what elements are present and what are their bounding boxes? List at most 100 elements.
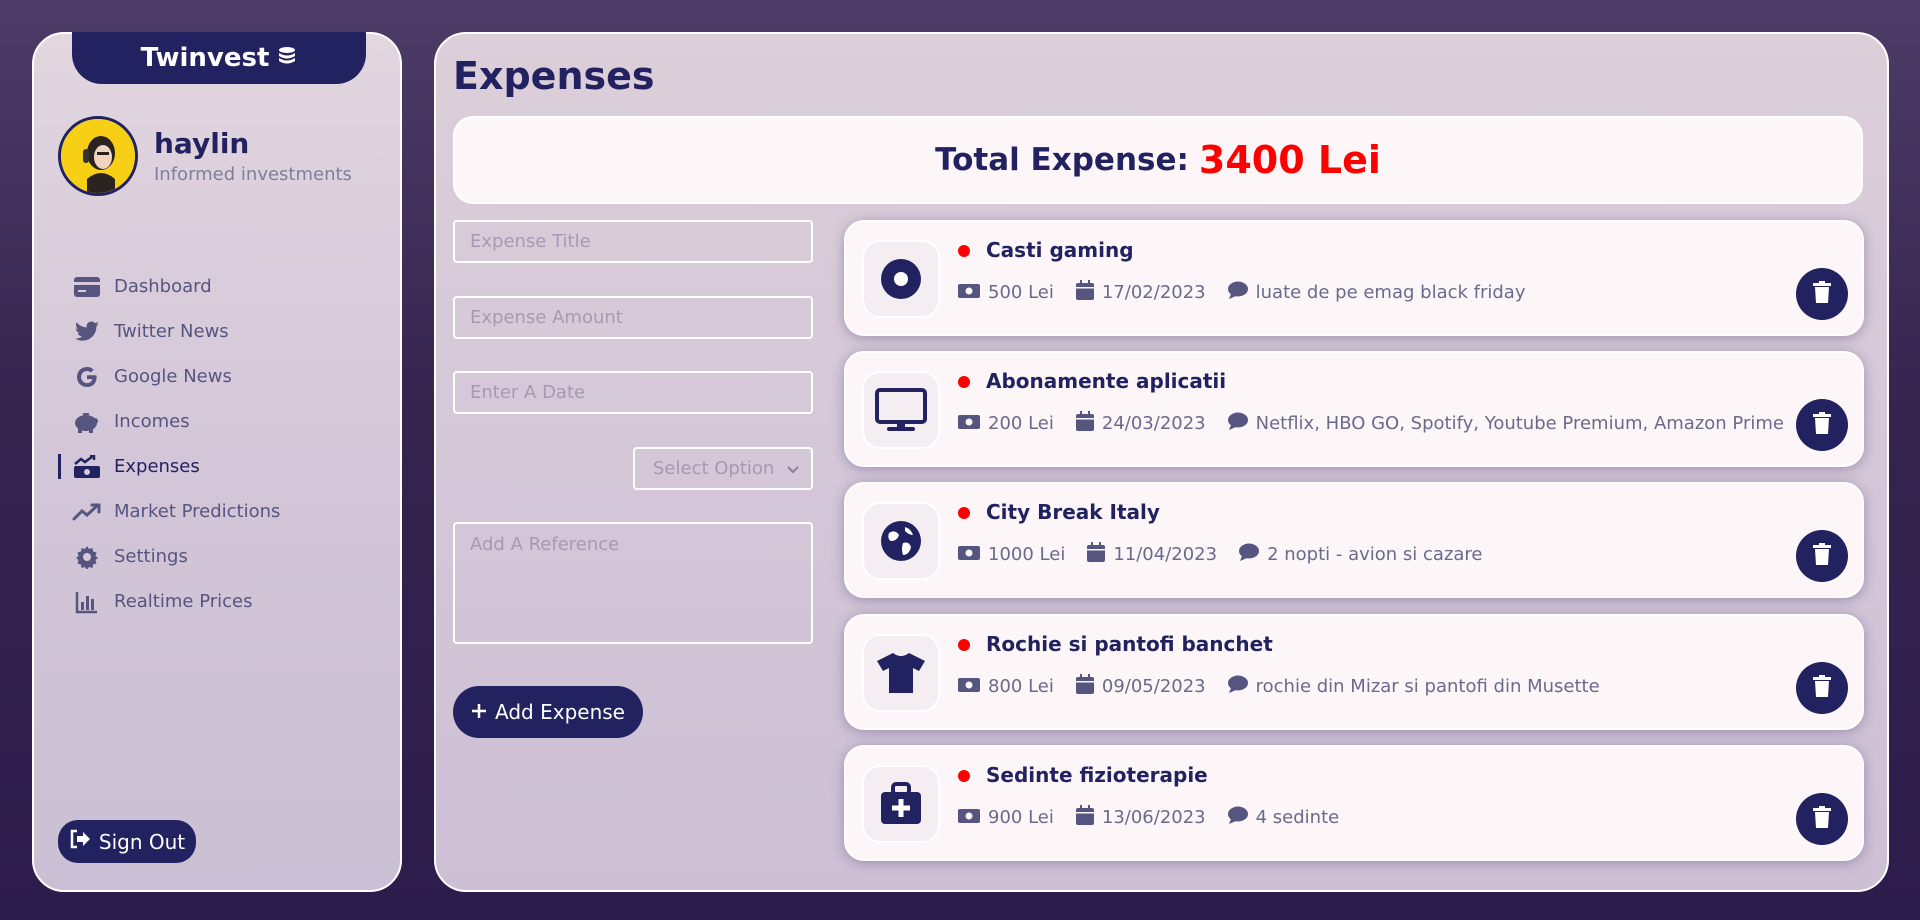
expense-card: Abonamente aplicatii 200 Lei 24/03/2023 … — [844, 351, 1864, 467]
expense-date: 13/06/2023 — [1101, 807, 1206, 828]
sidebar: Twinvest haylin Informed investments Das… — [32, 32, 402, 892]
money-bill-trend-icon — [72, 454, 102, 479]
sidebar-item-dashboard[interactable]: Dashboard — [58, 264, 378, 309]
expense-title: Rochie si pantofi banchet — [986, 632, 1273, 656]
expense-amount: 500 Lei — [988, 282, 1054, 303]
delete-button[interactable] — [1796, 530, 1848, 582]
user-name: haylin — [154, 127, 250, 160]
expense-date: 11/04/2023 — [1113, 544, 1218, 565]
status-dot — [958, 376, 970, 388]
trash-icon — [1813, 806, 1831, 832]
sign-out-button[interactable]: Sign Out — [58, 820, 196, 863]
twitter-icon — [72, 320, 102, 343]
expense-meta: 1000 Lei 11/04/2023 2 nopti - avion si c… — [958, 542, 1483, 567]
page-title: Expenses — [453, 54, 655, 98]
piggy-bank-icon — [72, 410, 102, 434]
sidebar-item-incomes[interactable]: Incomes — [58, 399, 378, 444]
expense-title-input[interactable] — [453, 220, 813, 263]
sidebar-item-label: Twitter News — [114, 321, 229, 342]
expense-note: rochie din Mizar si pantofi din Musette — [1255, 676, 1600, 697]
delete-button[interactable] — [1796, 399, 1848, 451]
globe-icon — [862, 502, 940, 580]
expense-title: Abonamente aplicatii — [986, 369, 1227, 393]
brand-banner: Twinvest — [72, 32, 366, 84]
trend-up-icon — [72, 502, 102, 522]
money-bill-icon — [958, 282, 980, 303]
sidebar-item-label: Settings — [114, 546, 188, 567]
card-icon — [72, 276, 102, 298]
expense-note: 4 sedinte — [1255, 807, 1340, 828]
bar-chart-icon — [72, 590, 102, 614]
user-profile: haylin Informed investments — [58, 116, 352, 196]
status-dot — [958, 639, 970, 651]
calendar-icon — [1075, 674, 1094, 699]
delete-button[interactable] — [1796, 268, 1848, 320]
expense-note: 2 nopti - avion si cazare — [1267, 544, 1483, 565]
sign-out-label: Sign Out — [98, 829, 186, 854]
add-expense-button[interactable]: Add Expense — [453, 686, 643, 738]
sidebar-item-realtime-prices[interactable]: Realtime Prices — [58, 579, 378, 624]
trash-icon — [1813, 543, 1831, 569]
sidebar-item-settings[interactable]: Settings — [58, 534, 378, 579]
comment-icon — [1227, 675, 1248, 698]
reference-textarea[interactable] — [453, 522, 813, 644]
expense-card: Rochie si pantofi banchet 800 Lei 09/05/… — [844, 614, 1864, 730]
expense-card: City Break Italy 1000 Lei 11/04/2023 2 n… — [844, 482, 1864, 598]
expense-card: Casti gaming 500 Lei 17/02/2023 luate de… — [844, 220, 1864, 336]
expense-note: luate de pe emag black friday — [1255, 282, 1526, 303]
sidebar-nav: Dashboard Twitter News Google News Incom… — [58, 264, 378, 624]
sidebar-item-label: Realtime Prices — [114, 591, 253, 612]
expense-amount: 900 Lei — [988, 807, 1054, 828]
expense-amount: 800 Lei — [988, 676, 1054, 697]
total-expense-label: Total Expense: — [935, 142, 1189, 178]
expense-date: 24/03/2023 — [1101, 413, 1206, 434]
expense-meta: 800 Lei 09/05/2023 rochie din Mizar si p… — [958, 674, 1600, 699]
category-select-value: Select Option — [653, 458, 775, 479]
expense-amount: 1000 Lei — [988, 544, 1066, 565]
sidebar-item-label: Incomes — [114, 411, 190, 432]
comment-icon — [1227, 281, 1248, 304]
trash-icon — [1813, 675, 1831, 701]
sidebar-item-twitter-news[interactable]: Twitter News — [58, 309, 378, 354]
expense-title: City Break Italy — [986, 500, 1160, 524]
expense-card: Sedinte fizioterapie 900 Lei 13/06/2023 … — [844, 745, 1864, 861]
expense-amount: 200 Lei — [988, 413, 1054, 434]
delete-button[interactable] — [1796, 662, 1848, 714]
calendar-icon — [1075, 280, 1094, 305]
money-bill-icon — [958, 676, 980, 697]
expense-meta: 500 Lei 17/02/2023 luate de pe emag blac… — [958, 280, 1526, 305]
expense-meta: 900 Lei 13/06/2023 4 sedinte — [958, 805, 1339, 830]
expense-meta: 200 Lei 24/03/2023 Netflix, HBO GO, Spot… — [958, 411, 1784, 436]
expense-date-input[interactable] — [453, 371, 813, 414]
coins-icon — [277, 45, 297, 72]
trash-icon — [1813, 281, 1831, 307]
expense-note: Netflix, HBO GO, Spotify, Youtube Premiu… — [1255, 413, 1784, 434]
money-bill-icon — [958, 413, 980, 434]
category-select[interactable]: Select Option — [633, 447, 813, 490]
delete-button[interactable] — [1796, 793, 1848, 845]
money-bill-icon — [958, 807, 980, 828]
calendar-icon — [1087, 542, 1106, 567]
monitor-icon — [862, 371, 940, 449]
add-expense-label: Add Expense — [495, 700, 625, 724]
tshirt-icon — [862, 634, 940, 712]
sidebar-item-label: Market Predictions — [114, 501, 281, 522]
sidebar-item-google-news[interactable]: Google News — [58, 354, 378, 399]
trash-icon — [1813, 412, 1831, 438]
status-dot — [958, 770, 970, 782]
sidebar-item-expenses[interactable]: Expenses — [58, 444, 378, 489]
avatar[interactable] — [58, 116, 138, 196]
expense-amount-input[interactable] — [453, 296, 813, 339]
calendar-icon — [1075, 805, 1094, 830]
sign-out-icon — [69, 829, 91, 854]
sidebar-item-market-predictions[interactable]: Market Predictions — [58, 489, 378, 534]
medical-kit-icon — [862, 765, 940, 843]
google-icon — [72, 365, 102, 389]
calendar-icon — [1075, 411, 1094, 436]
expense-title: Sedinte fizioterapie — [986, 763, 1208, 787]
gear-icon — [72, 545, 102, 569]
sidebar-item-label: Expenses — [114, 456, 200, 477]
chevron-down-icon — [787, 458, 799, 479]
sidebar-item-label: Dashboard — [114, 276, 212, 297]
sidebar-item-label: Google News — [114, 366, 232, 387]
